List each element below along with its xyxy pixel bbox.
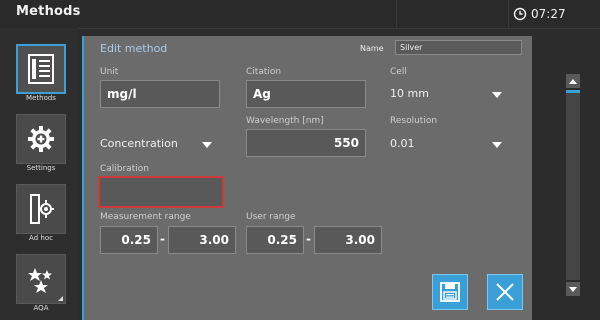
calibration-field[interactable] (98, 176, 224, 208)
sidebar-label-adhoc: Ad hoc (29, 234, 53, 242)
citation-label: Citation (246, 67, 282, 77)
save-button[interactable] (432, 274, 468, 310)
wavelength-field[interactable]: 550 (246, 129, 366, 157)
chevron-down-icon (202, 142, 212, 148)
sidebar-item-methods[interactable]: Methods (0, 44, 78, 106)
mode-value: Concentration (100, 137, 178, 150)
gear-icon (28, 126, 54, 152)
top-bar: Methods 07:27 (0, 0, 600, 29)
scroll-up-button[interactable] (566, 74, 580, 88)
cancel-button[interactable] (487, 274, 523, 310)
clock-area: 07:27 (508, 0, 566, 28)
measurement-range-max[interactable]: 3.00 (168, 226, 236, 254)
adhoc-button[interactable] (16, 184, 66, 234)
scrollbar[interactable] (562, 70, 584, 302)
aqa-stars-icon (28, 268, 52, 293)
chevron-down-icon (492, 92, 502, 98)
user-range-max[interactable]: 3.00 (314, 226, 382, 254)
adhoc-icon (30, 194, 54, 224)
resolution-value: 0.01 (390, 137, 415, 150)
sidebar-label-settings: Settings (26, 164, 56, 172)
cell-dropdown[interactable]: 10 mm (390, 84, 508, 104)
top-divider (396, 0, 397, 28)
sidebar: Methods Settings Ad hoc AQA (0, 28, 78, 320)
clock-icon (513, 7, 527, 21)
sidebar-item-aqa[interactable]: AQA (0, 254, 78, 316)
sidebar-label-aqa: AQA (33, 304, 49, 312)
wavelength-label: Wavelength [nm] (246, 116, 324, 126)
calibration-label: Calibration (100, 164, 149, 174)
dialog-title: Edit method (100, 42, 168, 55)
methods-button[interactable] (16, 44, 66, 94)
clock-time: 07:27 (531, 7, 566, 21)
unit-label: Unit (100, 67, 119, 77)
edit-method-dialog: Edit method Name Silver Unit mg/l Citati… (82, 36, 532, 320)
name-label: Name (360, 44, 384, 53)
user-range-min[interactable]: 0.25 (246, 226, 304, 254)
corner-indicator (58, 296, 63, 301)
scroll-track[interactable] (566, 90, 580, 280)
scroll-thumb[interactable] (566, 90, 580, 93)
user-range-label: User range (246, 212, 296, 222)
close-icon (496, 283, 514, 301)
sidebar-item-settings[interactable]: Settings (0, 114, 78, 176)
app-title: Methods (16, 4, 81, 19)
citation-field[interactable]: Ag (246, 80, 366, 108)
name-field[interactable]: Silver (395, 40, 522, 55)
measurement-range-min[interactable]: 0.25 (100, 226, 158, 254)
range-dash: - (306, 232, 311, 246)
unit-field[interactable]: mg/l (100, 80, 220, 108)
methods-list-icon (28, 54, 54, 84)
range-dash: - (160, 232, 165, 246)
floppy-disk-icon (440, 282, 460, 302)
chevron-up-icon (569, 78, 577, 84)
aqa-button[interactable] (16, 254, 66, 304)
resolution-label: Resolution (390, 116, 438, 126)
chevron-down-icon (569, 286, 577, 292)
settings-button[interactable] (16, 114, 66, 164)
sidebar-item-adhoc[interactable]: Ad hoc (0, 184, 78, 246)
cell-label: Cell (390, 67, 407, 77)
mode-dropdown[interactable]: Concentration (100, 134, 218, 154)
sidebar-label-methods: Methods (26, 94, 56, 102)
chevron-down-icon (492, 142, 502, 148)
resolution-dropdown[interactable]: 0.01 (390, 134, 508, 154)
scroll-down-button[interactable] (566, 282, 580, 296)
measurement-range-label: Measurement range (100, 212, 191, 222)
cell-value: 10 mm (390, 87, 429, 100)
